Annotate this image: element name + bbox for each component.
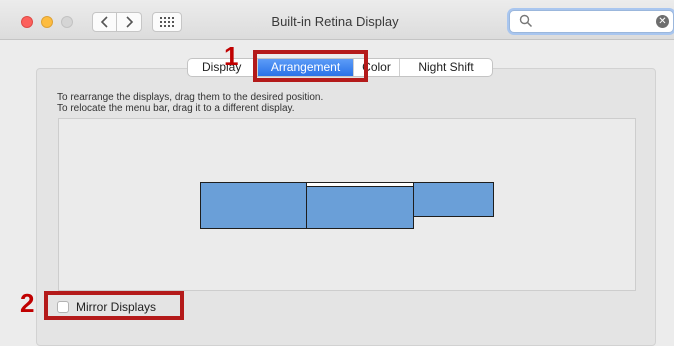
search-input[interactable] (538, 13, 648, 30)
display-main[interactable] (306, 182, 414, 229)
display-left[interactable] (200, 182, 307, 229)
instruction-line-1: To rearrange the displays, drag them to … (57, 92, 324, 103)
menu-bar-handle[interactable] (307, 183, 413, 187)
zoom-window-button[interactable] (61, 16, 73, 28)
step-number-1: 1 (224, 41, 239, 71)
search-icon (519, 14, 533, 28)
grid-icon (160, 17, 174, 27)
minimize-window-button[interactable] (41, 16, 53, 28)
tab-display[interactable]: Display (188, 59, 258, 76)
forward-button[interactable] (117, 12, 142, 32)
highlight-arrangement-tab (253, 50, 368, 82)
clear-search-icon[interactable]: ✕ (656, 15, 669, 28)
system-preferences-window: Built-in Retina Display ✕ Display Arrang… (0, 0, 674, 346)
show-all-button[interactable] (152, 12, 182, 32)
tab-night-shift[interactable]: Night Shift (400, 59, 492, 76)
back-button[interactable] (92, 12, 117, 32)
close-window-button[interactable] (21, 16, 33, 28)
highlight-mirror-displays (44, 291, 184, 320)
chevron-right-icon (126, 16, 134, 28)
instruction-line-2: To relocate the menu bar, drag it to a d… (57, 103, 295, 114)
display-right[interactable] (413, 182, 494, 217)
chevron-left-icon (100, 16, 108, 28)
title-bar: Built-in Retina Display ✕ (0, 0, 674, 40)
step-number-2: 2 (20, 288, 35, 318)
window-title: Built-in Retina Display (271, 14, 399, 29)
search-field[interactable]: ✕ (509, 10, 674, 33)
